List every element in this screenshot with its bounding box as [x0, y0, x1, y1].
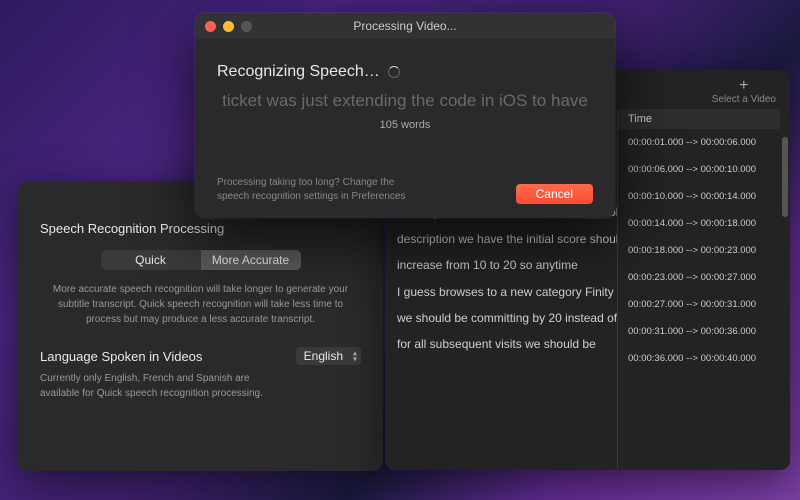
segment-quick[interactable]: Quick [101, 250, 201, 270]
scrollbar-thumb[interactable] [782, 137, 788, 217]
time-row[interactable]: 00:00:01.000 --> 00:00:06.000 [618, 129, 780, 156]
time-row[interactable]: 00:00:14.000 --> 00:00:18.000 [618, 210, 780, 237]
close-window-button[interactable] [205, 21, 216, 32]
transcript-line: I guess browses to a new category Finity [397, 279, 605, 305]
time-row[interactable]: 00:00:23.000 --> 00:00:27.000 [618, 264, 780, 291]
chevron-updown-icon: ▴▾ [353, 350, 357, 361]
scrollbar[interactable] [780, 109, 790, 469]
word-count: 105 words [217, 119, 593, 131]
select-video-button[interactable]: + Select a Video [712, 78, 776, 105]
plus-icon: + [712, 78, 776, 94]
language-description: Currently only English, French and Spani… [40, 371, 280, 401]
language-select[interactable]: English ▴▾ [296, 347, 361, 365]
speech-recognition-heading: Speech Recognition Processing [40, 221, 361, 236]
recognizing-label: Recognizing Speech… [217, 63, 380, 81]
time-row[interactable]: 00:00:31.000 --> 00:00:36.000 [618, 318, 780, 345]
time-row[interactable]: 00:00:36.000 --> 00:00:40.000 [618, 345, 780, 372]
recognition-preview-text: ticket was just extending the code in iO… [217, 91, 593, 111]
processing-modal: Processing Video... Recognizing Speech… … [195, 13, 615, 218]
transcript-line: for all subsequent visits we should be [397, 331, 605, 357]
segment-more-accurate[interactable]: More Accurate [201, 250, 301, 270]
language-label: Language Spoken in Videos [40, 349, 202, 364]
window-title: Processing Video... [353, 19, 456, 33]
accuracy-segmented-control[interactable]: Quick More Accurate [101, 250, 301, 270]
spinner-icon [388, 66, 400, 78]
time-row[interactable]: 00:00:18.000 --> 00:00:23.000 [618, 237, 780, 264]
select-video-label: Select a Video [712, 94, 776, 105]
zoom-window-button[interactable] [241, 21, 252, 32]
cancel-button[interactable]: Cancel [516, 184, 593, 204]
minimize-window-button[interactable] [223, 21, 234, 32]
time-row[interactable]: 00:00:27.000 --> 00:00:31.000 [618, 291, 780, 318]
language-select-value[interactable]: English [296, 347, 361, 365]
processing-hint: Processing taking too long? Change the s… [217, 176, 417, 204]
time-row[interactable]: 00:00:06.000 --> 00:00:10.000 [618, 156, 780, 183]
time-column-header: Time [618, 109, 780, 129]
settings-panel: Speech Recognition Processing Quick More… [18, 181, 383, 471]
accuracy-description: More accurate speech recognition will ta… [40, 282, 361, 327]
titlebar[interactable]: Processing Video... [195, 13, 615, 39]
transcript-line: description we have the initial score sh… [397, 226, 605, 252]
time-row[interactable]: 00:00:10.000 --> 00:00:14.000 [618, 183, 780, 210]
transcript-line: increase from 10 to 20 so anytime [397, 252, 605, 278]
time-column: Time 00:00:01.000 --> 00:00:06.000 00:00… [617, 109, 780, 469]
transcript-line: we should be committing by 20 instead of… [397, 305, 605, 331]
